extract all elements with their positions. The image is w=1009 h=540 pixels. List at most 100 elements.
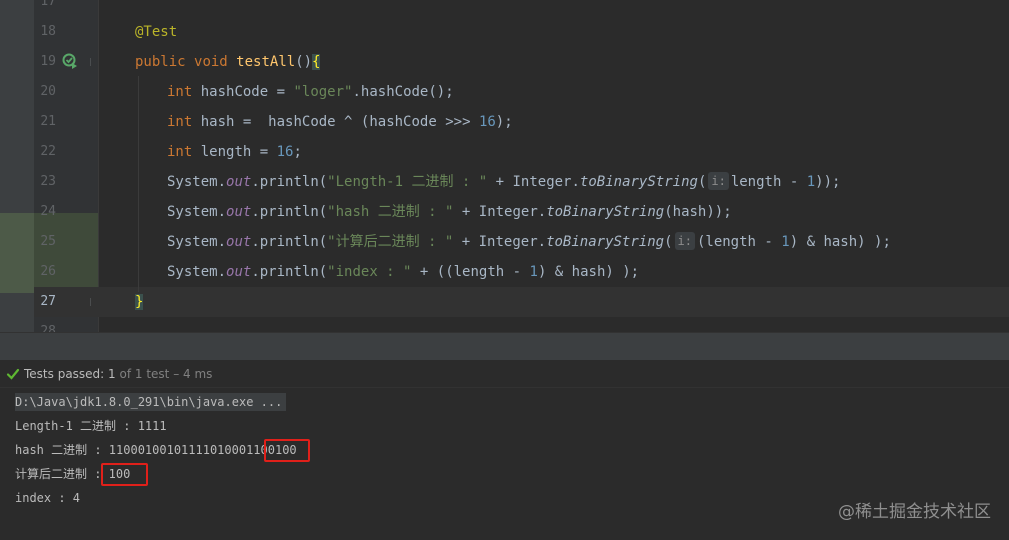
code-text: ) & [789, 234, 824, 250]
matched-brace: { [312, 54, 321, 70]
code-text: ^ [335, 114, 361, 130]
code-line-18[interactable]: @Test [135, 17, 177, 47]
line-number: 26 [40, 264, 56, 279]
console-command-line[interactable]: D:\Java\jdk1.8.0_291\bin\java.exe ... [15, 393, 287, 411]
code-text: System. [167, 174, 227, 190]
code-text: .println( [251, 264, 328, 280]
code-line-19[interactable]: public void testAll(){ [135, 47, 321, 77]
code-line-25[interactable]: System.out.println("计算后二进制 : " + Integer… [167, 227, 891, 257]
test-status-bar: Tests passed: 1 of 1 test – 4 ms [0, 360, 1009, 388]
number-literal: 16 [478, 114, 496, 130]
console-line: index : 4 [15, 491, 81, 505]
annotation: @Test [135, 24, 178, 40]
static-method: toBinaryString [546, 204, 665, 220]
string-literal: "hash 二进制 : " [327, 204, 454, 220]
code-text: hashCode [268, 114, 336, 130]
console-output[interactable]: D:\Java\jdk1.8.0_291\bin\java.exe ... Le… [0, 389, 1009, 540]
tests-passed-label: Tests passed: [24, 367, 105, 381]
string-literal: "Length-1 二进制 : " [327, 174, 488, 190]
static-field: out [226, 204, 252, 220]
fold-marker[interactable] [90, 58, 96, 66]
code-text: System. [167, 234, 227, 250]
line-number: 22 [40, 144, 56, 159]
string-literal: "计算后二进制 : " [327, 234, 454, 250]
code-line-23[interactable]: System.out.println("Length-1 二进制 : " + I… [167, 167, 840, 197]
tool-window-splitter[interactable] [0, 332, 1009, 360]
code-text: hashCode [200, 84, 269, 100]
code-text: hash [200, 114, 235, 130]
static-field: out [226, 174, 252, 190]
static-field: out [226, 234, 252, 250]
code-text: + [487, 174, 513, 190]
code-line-24[interactable]: System.out.println("hash 二进制 : " + Integ… [167, 197, 732, 227]
code-text: = [268, 84, 294, 100]
static-field: out [226, 264, 252, 280]
code-line-20[interactable]: int hashCode = "loger".hashCode(); [167, 77, 454, 107]
code-line-22[interactable]: int length = 16; [167, 137, 302, 167]
code-text: System. [167, 204, 227, 220]
highlight-box-hash-low-bits [264, 439, 310, 462]
check-icon [6, 368, 20, 380]
line-number: 21 [40, 114, 56, 129]
number-literal: 1 [781, 234, 790, 250]
changed-lines-marker [0, 213, 34, 293]
keyword: int [167, 114, 193, 130]
keyword: public [135, 54, 186, 70]
code-text: >>> [436, 114, 479, 130]
line-number: 17 [40, 0, 56, 9]
watermark: @稀土掘金技术社区 [838, 502, 991, 522]
line-number: 20 [40, 84, 56, 99]
code-text: + [453, 204, 479, 220]
code-editor[interactable]: 17 18 19 20 21 22 23 24 25 26 27 28 @Tes… [0, 0, 1009, 332]
keyword: int [167, 84, 193, 100]
code-text: hash) ); [823, 234, 891, 250]
line-number: 23 [40, 174, 56, 189]
code-text: = [234, 114, 269, 130]
console-line: hash 二进制 : 11000100101111010001100100 [15, 443, 297, 457]
gutter-separator [98, 0, 99, 332]
method-name: testAll [236, 54, 296, 70]
parameter-hint: i: [674, 232, 695, 250]
string-literal: "loger" [293, 84, 353, 100]
code-text: - [755, 234, 782, 250]
parameter-hint: i: [708, 172, 729, 190]
code-text: .println( [251, 174, 328, 190]
keyword: void [194, 54, 228, 70]
code-text: ( [664, 234, 673, 250]
test-status-text: Tests passed: 1 of 1 test – 4 ms [24, 360, 212, 388]
console-line: Length-1 二进制 : 1111 [15, 419, 167, 433]
code-text: Integer. [512, 174, 580, 190]
code-line-27[interactable]: } [135, 287, 144, 317]
number-literal: 1 [806, 174, 816, 190]
code-text: hashCode [360, 84, 429, 100]
fold-marker[interactable] [90, 298, 96, 306]
code-text: ; [293, 144, 302, 160]
number-literal: 1 [529, 264, 538, 280]
line-number: 28 [40, 324, 56, 332]
code-text: - [781, 174, 807, 190]
string-literal: "index : " [327, 264, 412, 280]
code-text: - [504, 264, 530, 280]
code-text: hash) ); [571, 264, 640, 280]
code-text: hashCode [369, 114, 437, 130]
tests-passed-count: 1 [108, 367, 116, 381]
code-text: ) & [537, 264, 572, 280]
line-number: 18 [40, 24, 56, 39]
keyword: int [167, 144, 193, 160]
static-method: toBinaryString [546, 234, 665, 250]
line-number: 24 [40, 204, 56, 219]
code-text: ((length [436, 264, 505, 280]
line-number: 19 [40, 54, 56, 69]
line-number-current: 27 [40, 294, 56, 309]
code-text: .println( [251, 204, 328, 220]
code-text: )); [815, 174, 841, 190]
code-line-26[interactable]: System.out.println("index : " + ((length… [167, 257, 639, 287]
code-text: (length [696, 234, 756, 250]
run-test-icon[interactable] [62, 53, 78, 69]
current-line-highlight [34, 287, 1009, 317]
code-text: . [352, 84, 361, 100]
code-text: Integer. [478, 204, 547, 220]
code-text: + [453, 234, 479, 250]
code-line-21[interactable]: int hash = hashCode ^ (hashCode >>> 16); [167, 107, 513, 137]
code-text: .println( [251, 234, 328, 250]
